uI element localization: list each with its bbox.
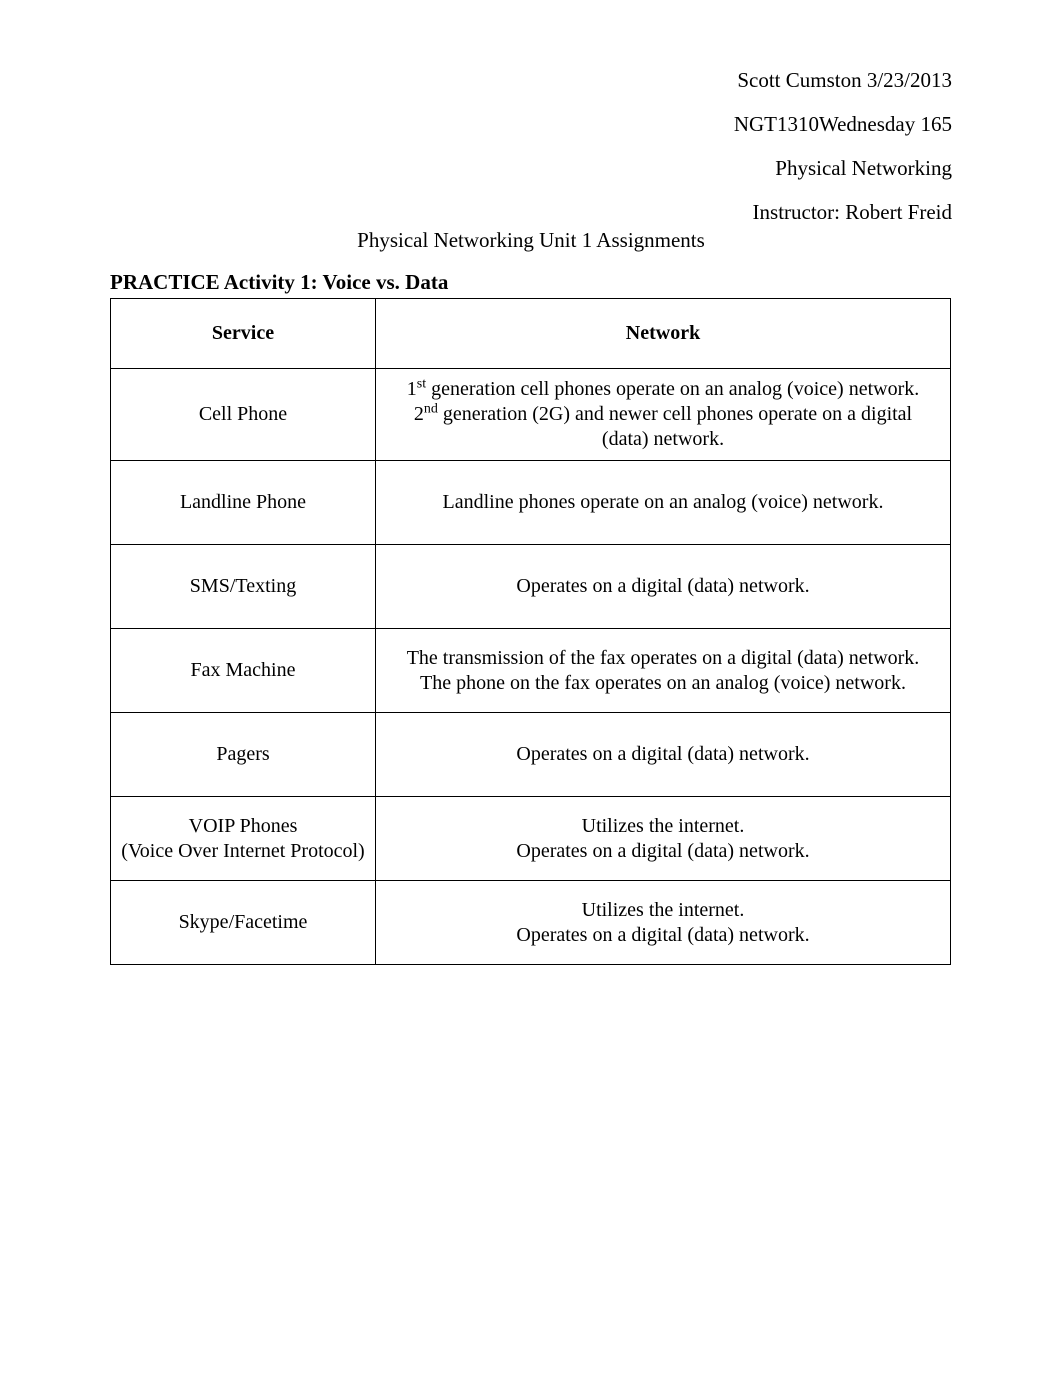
table-row: Landline Phone Landline phones operate o… <box>111 461 951 545</box>
voice-vs-data-table: Service Network Cell Phone 1st generatio… <box>110 298 950 965</box>
table-row: Pagers Operates on a digital (data) netw… <box>111 713 951 797</box>
network-cell: Utilizes the internet.Operates on a digi… <box>376 797 951 881</box>
service-cell: Landline Phone <box>111 461 376 545</box>
network-cell: The transmission of the fax operates on … <box>376 629 951 713</box>
column-header-service: Service <box>111 299 376 369</box>
column-header-network: Network <box>376 299 951 369</box>
table-row: Cell Phone 1st generation cell phones op… <box>111 369 951 461</box>
table-row: Fax Machine The transmission of the fax … <box>111 629 951 713</box>
section-title: PRACTICE Activity 1: Voice vs. Data <box>110 270 448 295</box>
page-title: Physical Networking Unit 1 Assignments <box>0 228 1062 253</box>
table-row: VOIP Phones(Voice Over Internet Protocol… <box>111 797 951 881</box>
document-header: Scott Cumston 3/23/2013 NGT1310Wednesday… <box>734 58 952 234</box>
header-course-name: Physical Networking <box>734 146 952 190</box>
table-header-row: Service Network <box>111 299 951 369</box>
service-cell: Cell Phone <box>111 369 376 461</box>
network-cell: 1st generation cell phones operate on an… <box>376 369 951 461</box>
network-cell: Operates on a digital (data) network. <box>376 713 951 797</box>
header-course-code: NGT1310Wednesday 165 <box>734 102 952 146</box>
service-cell: Skype/Facetime <box>111 881 376 965</box>
network-cell: Operates on a digital (data) network. <box>376 545 951 629</box>
service-cell: VOIP Phones(Voice Over Internet Protocol… <box>111 797 376 881</box>
table-row: Skype/Facetime Utilizes the internet.Ope… <box>111 881 951 965</box>
header-author-date: Scott Cumston 3/23/2013 <box>734 58 952 102</box>
network-cell: Landline phones operate on an analog (vo… <box>376 461 951 545</box>
network-cell: Utilizes the internet.Operates on a digi… <box>376 881 951 965</box>
service-cell: SMS/Texting <box>111 545 376 629</box>
service-cell: Fax Machine <box>111 629 376 713</box>
table-row: SMS/Texting Operates on a digital (data)… <box>111 545 951 629</box>
service-cell: Pagers <box>111 713 376 797</box>
